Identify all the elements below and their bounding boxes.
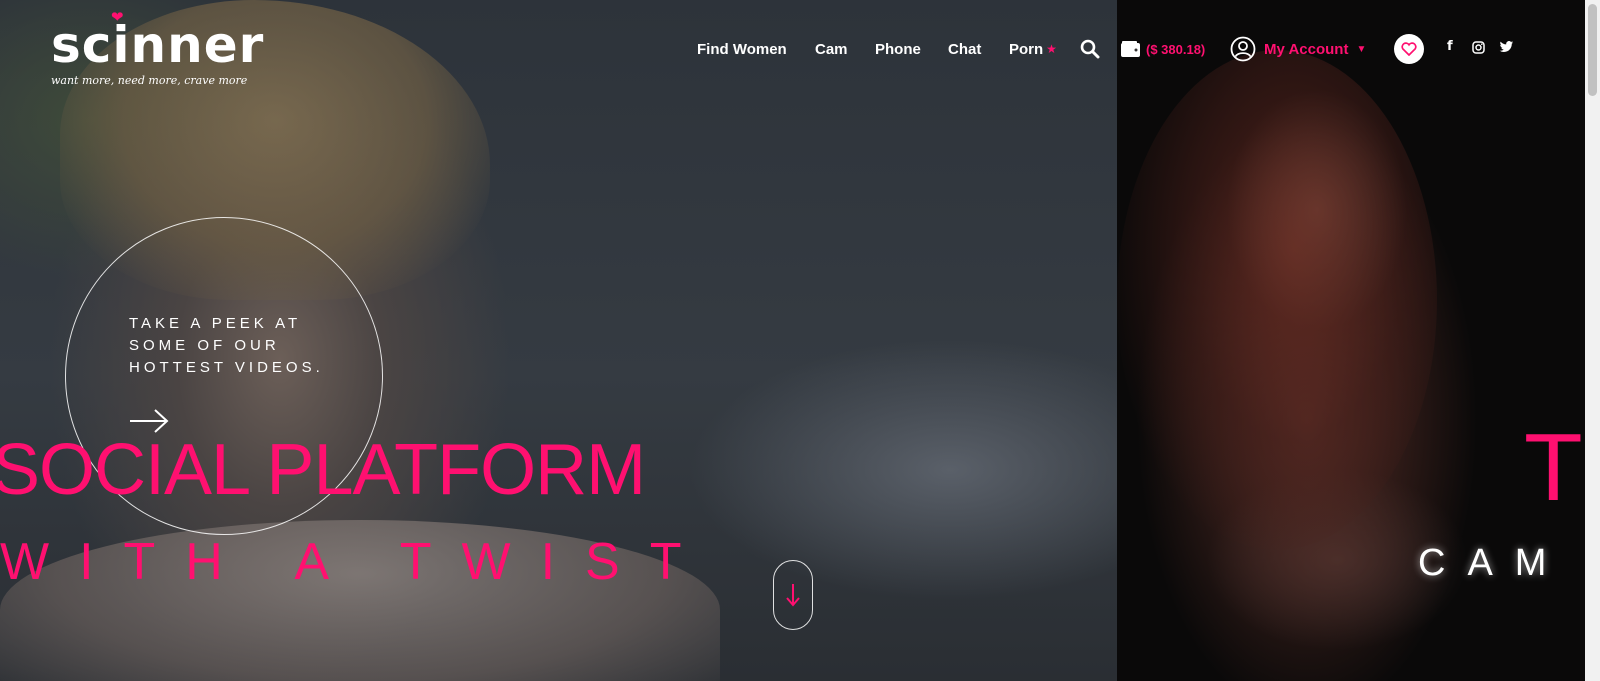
instagram-link[interactable] xyxy=(1472,41,1485,54)
nav-phone[interactable]: Phone xyxy=(875,38,921,60)
search-button[interactable] xyxy=(1080,38,1100,60)
scroll-down-button[interactable] xyxy=(773,560,813,630)
nav-phone-label: Phone xyxy=(875,40,921,58)
wallet-balance[interactable]: ($ 380.18) xyxy=(1120,38,1205,60)
nav-porn[interactable]: Porn ★ xyxy=(1009,38,1057,60)
next-slide-headline-partial: T xyxy=(1524,414,1583,521)
account-menu[interactable]: My Account ▼ xyxy=(1230,36,1367,62)
logo-heart-icon: ❤ xyxy=(111,9,124,26)
scrollbar-thumb[interactable] xyxy=(1588,4,1597,96)
nav-cam-label: Cam xyxy=(815,40,848,58)
hero-stage: ❤ scinner want more, need more, crave mo… xyxy=(0,0,1585,681)
facebook-icon: f xyxy=(1447,39,1453,54)
nav-chat-label: Chat xyxy=(948,40,982,58)
nav-porn-label: Porn xyxy=(1009,40,1044,58)
page-scrollbar[interactable] xyxy=(1585,0,1600,681)
search-icon xyxy=(1080,39,1100,59)
heart-icon xyxy=(1401,42,1417,56)
user-circle-icon xyxy=(1230,36,1256,62)
favorites-button[interactable] xyxy=(1394,34,1424,64)
hero-headline-line1: SOCIAL PLATFORM xyxy=(0,430,646,510)
brand-logo[interactable]: ❤ scinner want more, need more, crave mo… xyxy=(51,10,264,87)
brand-name: scinner xyxy=(51,16,265,74)
wallet-icon xyxy=(1121,41,1140,57)
account-label: My Account xyxy=(1264,40,1349,58)
arrow-down-icon xyxy=(786,584,800,607)
twitter-link[interactable] xyxy=(1499,41,1514,53)
star-icon: ★ xyxy=(1046,42,1057,56)
chevron-down-icon: ▼ xyxy=(1356,43,1367,55)
nav-find-women-label: Find Women xyxy=(697,40,787,58)
nav-chat[interactable]: Chat xyxy=(948,38,981,60)
facebook-link[interactable]: f xyxy=(1447,38,1453,54)
twitter-icon xyxy=(1499,41,1514,52)
nav-find-women[interactable]: Find Women xyxy=(697,38,787,60)
nav-cam[interactable]: Cam xyxy=(815,38,848,60)
hero-headline-line2: WITH A TWIST xyxy=(0,533,712,591)
video-peek-text: TAKE A PEEK AT SOME OF OUR HOTTEST VIDEO… xyxy=(129,315,324,376)
instagram-icon xyxy=(1472,41,1485,54)
wallet-balance-value: ($ 380.18) xyxy=(1146,41,1206,57)
next-slide-cam-text: CAM xyxy=(1418,542,1569,584)
next-slide-model-image xyxy=(1117,50,1437,550)
brand-tagline: want more, need more, crave more xyxy=(51,74,248,87)
